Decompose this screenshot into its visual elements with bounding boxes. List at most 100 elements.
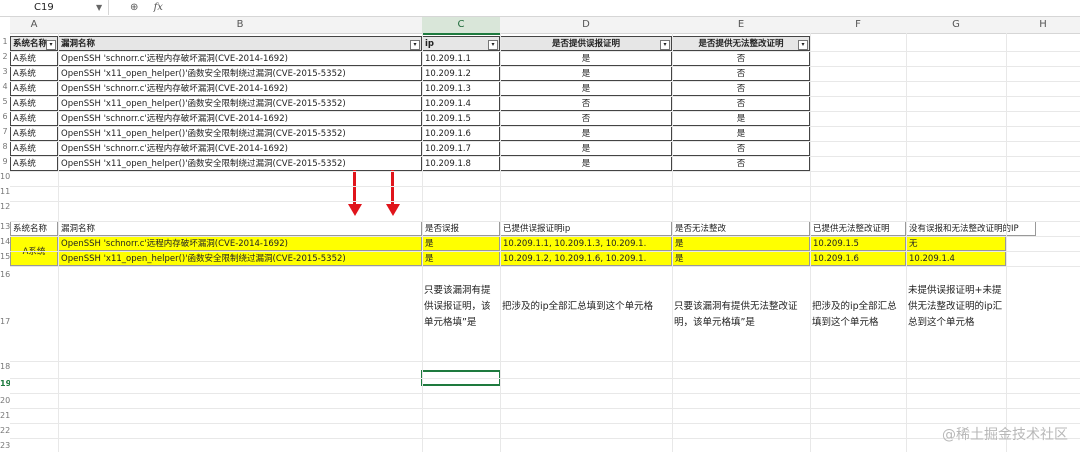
filter-dropdown-icon[interactable]: ▾: [488, 40, 498, 50]
row-header-4[interactable]: 4: [0, 81, 10, 93]
row-header-23[interactable]: 23: [0, 440, 10, 452]
t1-cell-vuln[interactable]: OpenSSH 'schnorr.c'远程内存破坏漏洞(CVE-2014-169…: [58, 111, 422, 126]
t2-cell-is-false-positive[interactable]: 是: [422, 236, 500, 251]
t1-cell-system[interactable]: A系统: [10, 141, 58, 156]
column-header-e[interactable]: E: [672, 17, 811, 34]
row-header-19[interactable]: 19: [0, 378, 10, 390]
t1-cell-vuln[interactable]: OpenSSH 'schnorr.c'远程内存破坏漏洞(CVE-2014-169…: [58, 81, 422, 96]
filter-dropdown-icon[interactable]: ▾: [798, 40, 808, 50]
sheet-grid[interactable]: 系统名称 ▾ 漏洞名称 ▾ ip ▾ 是否提供误报证明 ▾ 是否提供无法整改证明 ▾ A系…: [10, 33, 1080, 452]
t2-cell-vuln[interactable]: OpenSSH 'schnorr.c'远程内存破坏漏洞(CVE-2014-169…: [58, 236, 422, 251]
row-header-13[interactable]: 13: [0, 221, 10, 233]
row-header-22[interactable]: 22: [0, 425, 10, 437]
column-header-h[interactable]: H: [1006, 17, 1080, 34]
row-header-6[interactable]: 6: [0, 111, 10, 123]
t1-header-system[interactable]: 系统名称 ▾: [10, 36, 58, 51]
t2-header-system[interactable]: 系统名称: [10, 221, 58, 236]
t1-cell-ip[interactable]: 10.209.1.2: [422, 66, 500, 81]
column-header-g[interactable]: G: [906, 17, 1007, 34]
t1-cell-vuln[interactable]: OpenSSH 'schnorr.c'远程内存破坏漏洞(CVE-2014-169…: [58, 51, 422, 66]
row-header-16[interactable]: 16: [0, 269, 10, 281]
t2-cell-no-proof-ip[interactable]: 无: [906, 236, 1006, 251]
t1-cell-cannot-fix[interactable]: 否: [672, 51, 810, 66]
row-header-12[interactable]: 12: [0, 201, 10, 213]
t1-cell-system[interactable]: A系统: [10, 51, 58, 66]
t1-cell-false-positive[interactable]: 是: [500, 141, 672, 156]
t1-cell-false-positive[interactable]: 是: [500, 81, 672, 96]
t1-cell-false-positive[interactable]: 是: [500, 51, 672, 66]
t1-cell-ip[interactable]: 10.209.1.7: [422, 141, 500, 156]
row-header-10[interactable]: 10: [0, 171, 10, 183]
row-header-5[interactable]: 5: [0, 96, 10, 108]
t2-cell-is-false-positive[interactable]: 是: [422, 251, 500, 266]
t1-cell-ip[interactable]: 10.209.1.8: [422, 156, 500, 171]
t1-cell-system[interactable]: A系统: [10, 111, 58, 126]
t1-cell-system[interactable]: A系统: [10, 66, 58, 81]
t1-header-cannot-fix[interactable]: 是否提供无法整改证明 ▾: [672, 36, 810, 51]
name-box[interactable]: C19 ▼: [0, 0, 109, 15]
t1-cell-cannot-fix[interactable]: 否: [672, 156, 810, 171]
row-header-15[interactable]: 15: [0, 251, 10, 263]
t2-cell-vuln[interactable]: OpenSSH 'x11_open_helper()'函数安全限制绕过漏洞(CV…: [58, 251, 422, 266]
t2-cell-cannot-fix-ip[interactable]: 10.209.1.5: [810, 236, 906, 251]
row-header-18[interactable]: 18: [0, 361, 10, 373]
t1-cell-vuln[interactable]: OpenSSH 'x11_open_helper()'函数安全限制绕过漏洞(CV…: [58, 156, 422, 171]
t1-cell-cannot-fix[interactable]: 否: [672, 81, 810, 96]
t1-cell-vuln[interactable]: OpenSSH 'x11_open_helper()'函数安全限制绕过漏洞(CV…: [58, 66, 422, 81]
chevron-down-icon[interactable]: ▼: [96, 0, 102, 15]
column-header-b[interactable]: B: [58, 17, 423, 34]
filter-dropdown-icon[interactable]: ▾: [46, 40, 56, 50]
row-header-8[interactable]: 8: [0, 141, 10, 153]
t2-header-no-proof-ip[interactable]: 没有误报和无法整改证明的IP: [906, 221, 1036, 236]
t1-cell-system[interactable]: A系统: [10, 126, 58, 141]
t1-cell-ip[interactable]: 10.209.1.5: [422, 111, 500, 126]
t1-cell-ip[interactable]: 10.209.1.6: [422, 126, 500, 141]
t2-cell-is-cannot-fix[interactable]: 是: [672, 251, 810, 266]
filter-dropdown-icon[interactable]: ▾: [660, 40, 670, 50]
row-header-20[interactable]: 20: [0, 395, 10, 407]
t1-cell-ip[interactable]: 10.209.1.3: [422, 81, 500, 96]
t1-cell-system[interactable]: A系统: [10, 81, 58, 96]
t1-cell-false-positive[interactable]: 否: [500, 111, 672, 126]
row-header-11[interactable]: 11: [0, 186, 10, 198]
t1-cell-cannot-fix[interactable]: 是: [672, 111, 810, 126]
column-header-a[interactable]: A: [10, 17, 59, 34]
t2-cell-fp-ip[interactable]: 10.209.1.1, 10.209.1.3, 10.209.1.: [500, 236, 672, 251]
column-header-f[interactable]: F: [810, 17, 907, 34]
function-icon[interactable]: fx: [154, 2, 163, 13]
t2-cell-no-proof-ip[interactable]: 10.209.1.4: [906, 251, 1006, 266]
t1-cell-vuln[interactable]: OpenSSH 'schnorr.c'远程内存破坏漏洞(CVE-2014-169…: [58, 141, 422, 156]
t1-header-vuln[interactable]: 漏洞名称 ▾: [58, 36, 422, 51]
t1-cell-false-positive[interactable]: 否: [500, 96, 672, 111]
t1-cell-system[interactable]: A系统: [10, 96, 58, 111]
t2-header-is-cannot-fix[interactable]: 是否无法整改: [672, 221, 810, 236]
t1-cell-false-positive[interactable]: 是: [500, 126, 672, 141]
t2-header-cannot-fix-ip[interactable]: 已提供无法整改证明: [810, 221, 906, 236]
t1-cell-cannot-fix[interactable]: 否: [672, 66, 810, 81]
row-header-14[interactable]: 14: [0, 236, 10, 248]
t1-header-false-positive[interactable]: 是否提供误报证明 ▾: [500, 36, 672, 51]
column-header-d[interactable]: D: [500, 17, 673, 34]
t1-cell-false-positive[interactable]: 是: [500, 156, 672, 171]
t2-cell-cannot-fix-ip[interactable]: 10.209.1.6: [810, 251, 906, 266]
t1-header-ip[interactable]: ip ▾: [422, 36, 500, 51]
t1-cell-cannot-fix[interactable]: 否: [672, 141, 810, 156]
filter-dropdown-icon[interactable]: ▾: [410, 40, 420, 50]
t2-cell-is-cannot-fix[interactable]: 是: [672, 236, 810, 251]
magnify-icon[interactable]: ⊕: [130, 2, 138, 13]
t1-cell-vuln[interactable]: OpenSSH 'x11_open_helper()'函数安全限制绕过漏洞(CV…: [58, 96, 422, 111]
t1-cell-cannot-fix[interactable]: 否: [672, 96, 810, 111]
row-header-2[interactable]: 2: [0, 51, 10, 63]
t2-header-vuln[interactable]: 漏洞名称: [58, 221, 422, 236]
t2-cell-fp-ip[interactable]: 10.209.1.2, 10.209.1.6, 10.209.1.: [500, 251, 672, 266]
t1-cell-false-positive[interactable]: 是: [500, 66, 672, 81]
t1-cell-ip[interactable]: 10.209.1.4: [422, 96, 500, 111]
t1-cell-ip[interactable]: 10.209.1.1: [422, 51, 500, 66]
t1-cell-cannot-fix[interactable]: 是: [672, 126, 810, 141]
t2-header-fp-ip[interactable]: 已提供误报证明ip: [500, 221, 672, 236]
row-header-17[interactable]: 17: [0, 316, 10, 328]
row-header-3[interactable]: 3: [0, 66, 10, 78]
t1-cell-system[interactable]: A系统: [10, 156, 58, 171]
t1-cell-vuln[interactable]: OpenSSH 'x11_open_helper()'函数安全限制绕过漏洞(CV…: [58, 126, 422, 141]
row-header-1[interactable]: 1: [0, 36, 10, 48]
